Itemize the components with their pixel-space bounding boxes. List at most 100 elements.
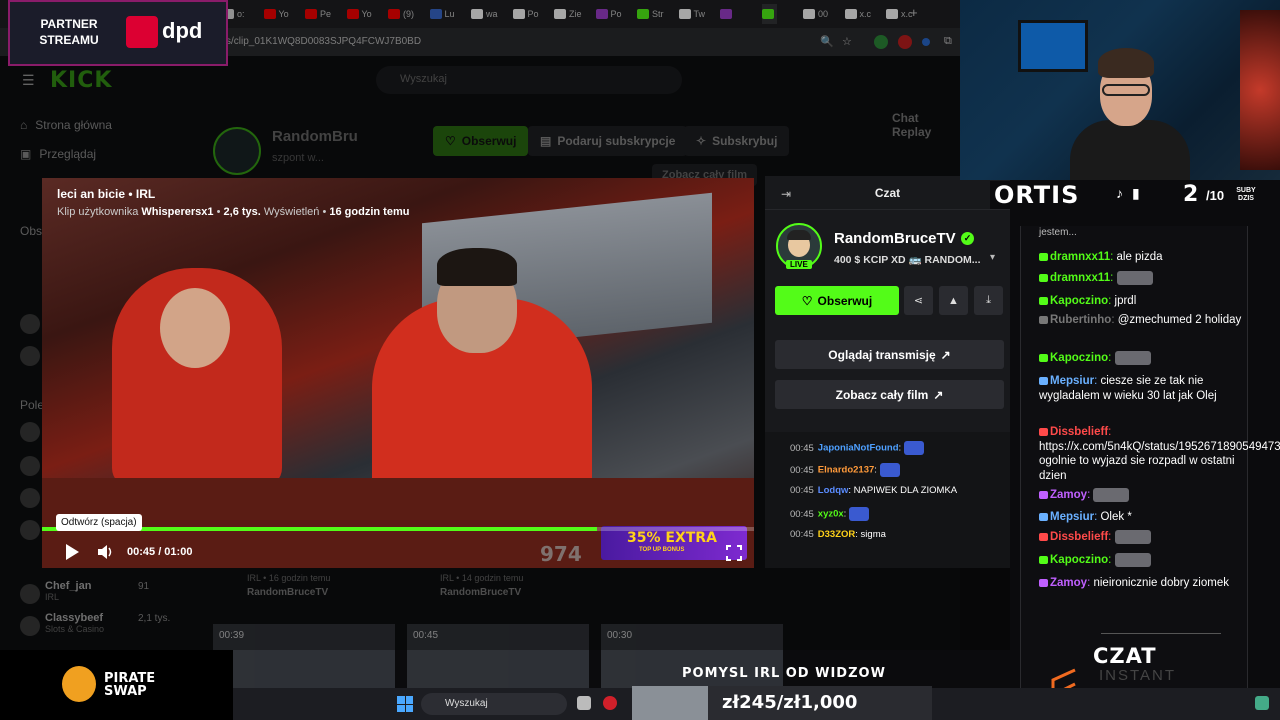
chat-username: Kapoczino (1050, 554, 1109, 567)
chat-text: sigma (860, 529, 886, 540)
chat-text: jprdl (1114, 295, 1137, 307)
webcam-scene (1070, 120, 1190, 180)
channel-name[interactable]: RandomBruceTV (834, 230, 956, 247)
chat-username: Kapoczino (1050, 295, 1109, 307)
streamer-banner: ORTIS ♪ ▮ 2 /10 SUBY DZIS (990, 181, 1260, 209)
clip-title: leci an bicie • IRL (57, 187, 156, 201)
emote-icon (879, 463, 900, 477)
play-icon[interactable] (64, 543, 80, 561)
badge-icon (1039, 376, 1048, 385)
webcam-scene (1098, 48, 1154, 78)
chat-username[interactable]: D33ZOR (818, 529, 855, 540)
emote-icon (848, 507, 869, 521)
emote-icon (1093, 488, 1130, 502)
download-button[interactable]: ⤓ (974, 286, 1003, 315)
donation-thumb (632, 686, 708, 720)
video-player[interactable] (42, 178, 754, 568)
chat-username: Kapoczino (1050, 352, 1109, 365)
partner-banner: PARTNER STREAMU dpd (8, 0, 228, 66)
webcam-feed (960, 0, 1280, 180)
promo-banner-title: 35% EXTRA (627, 530, 717, 546)
play-tooltip: Odtwórz (spacja) (56, 514, 142, 531)
stream-chat-message: Kapoczino: (1039, 351, 1244, 366)
chat-text: nieironicznie dobry ziomek (1093, 577, 1229, 589)
chat-username[interactable]: Elnardo2137 (818, 465, 875, 476)
chat-message: 00:45 Lodqw: NAPIWEK DLA ZIOMKA (790, 485, 957, 496)
stream-title: 400 $ KCIP XD 🚌 RANDOM... (834, 254, 981, 266)
chat-separator: : (1108, 352, 1115, 365)
chat-message-list: 00:45 JaponiaNotFound: 00:45 Elnardo2137: … (765, 432, 1010, 568)
watch-stream-button[interactable]: Oglądaj transmisję ↗ (775, 340, 1004, 369)
tray-app-icon[interactable] (1255, 696, 1269, 710)
chat-message: 00:45 Elnardo2137: (790, 463, 900, 477)
live-badge: LIVE (786, 260, 812, 269)
file-explorer-icon[interactable] (577, 696, 591, 710)
watch-film-button[interactable]: Zobacz cały film ↗ (775, 380, 1004, 409)
pirate-swap-banner: PIRATE SWAP (0, 650, 233, 720)
taskbar-search[interactable]: Wyszukaj (421, 693, 567, 715)
chat-timestamp: 00:45 (790, 508, 814, 520)
badge-icon (1039, 578, 1048, 587)
chat-text: @zmechumed 2 holiday (1117, 314, 1242, 326)
dpd-logo-icon (126, 16, 158, 48)
stream-chat-message: Dissbelieff: https://x.com/5n4kQ/status/… (1039, 425, 1280, 483)
badge-icon (1039, 491, 1048, 499)
badge-icon (1039, 512, 1048, 521)
emote-icon (1116, 271, 1153, 285)
warning-icon: ▲ (948, 294, 959, 307)
chat-timestamp: 00:45 (790, 464, 814, 476)
stream-chat-message: dramnxx11: ale pizda (1039, 250, 1244, 265)
share-icon: ⋖ (913, 295, 924, 307)
chat-text: ale pizda (1116, 251, 1163, 263)
windows-start-icon[interactable] (397, 696, 413, 712)
chat-username[interactable]: Lodqw (818, 485, 849, 496)
clip-author[interactable]: Whisperersx1 (141, 206, 213, 218)
chat-message: 00:45 D33ZOR: sigma (790, 529, 886, 540)
kick-icon: ▮ (1132, 185, 1140, 201)
chat-separator: : (874, 464, 880, 476)
stream-chat-message: Kapoczino: jprdl (1039, 294, 1244, 309)
avatar-hair (787, 230, 811, 240)
emote-icon (1114, 351, 1151, 365)
share-button[interactable]: ⋖ (904, 286, 933, 315)
video-time: 00:45 / 01:00 (127, 546, 193, 558)
chevron-down-icon[interactable]: ▾ (990, 252, 995, 263)
chat-message: 00:45 JaponiaNotFound: (790, 441, 924, 455)
stream-chat-message: Mepsiur: Olek * (1039, 510, 1244, 525)
chat-separator: : (1108, 426, 1112, 438)
external-link-icon: ↗ (933, 387, 944, 402)
donation-goal: zł245/zł1,000 (632, 686, 932, 720)
chat-title: Czat (874, 186, 901, 200)
badge-icon (1039, 354, 1048, 362)
stream-chat-message: dramnxx11: (1039, 271, 1244, 286)
fullscreen-icon[interactable] (726, 545, 742, 561)
stream-chat-message: Zamoy: (1039, 488, 1244, 503)
chat-timestamp: 00:45 (790, 529, 814, 540)
badge-icon (1039, 315, 1048, 324)
stream-chat-message: Rubertinho: @zmechumed 2 holiday (1039, 313, 1244, 328)
volume-icon[interactable] (96, 543, 114, 561)
stream-chat-message: Zamoy: nieironicznie dobry ziomek (1039, 576, 1244, 591)
follow-button[interactable]: ♡ Obserwuj (775, 286, 899, 315)
chat-text: jestem... (1039, 227, 1077, 238)
pirate-icon (62, 666, 96, 702)
opera-icon[interactable] (603, 696, 617, 710)
chat-username[interactable]: xyz0x (818, 509, 844, 520)
chat-text: NAPIWEK DLA ZIOMKA (853, 485, 958, 496)
badge-icon (1039, 252, 1048, 261)
chat-username[interactable]: JaponiaNotFound (818, 443, 899, 454)
badge-icon (1039, 274, 1048, 282)
chat-timestamp: 00:45 (790, 442, 814, 454)
video-progress-bar[interactable] (42, 527, 754, 531)
badge-icon (1039, 556, 1048, 564)
report-button[interactable]: ▲ (939, 286, 968, 315)
stream-chat-message: Mepsiur: ciesze sie ze tak nie wygladale… (1039, 374, 1244, 403)
subs-count: 2 (1183, 182, 1199, 207)
overlay-counter: 974 (540, 542, 582, 566)
emote-icon (1114, 553, 1151, 567)
donation-amount: zł245/zł1,000 (722, 692, 858, 713)
chat-username: Dissbelieff (1050, 426, 1109, 438)
chat-username: dramnxx11 (1050, 251, 1111, 263)
emote-icon (903, 441, 924, 455)
chat-username: Rubertinho (1050, 314, 1112, 326)
